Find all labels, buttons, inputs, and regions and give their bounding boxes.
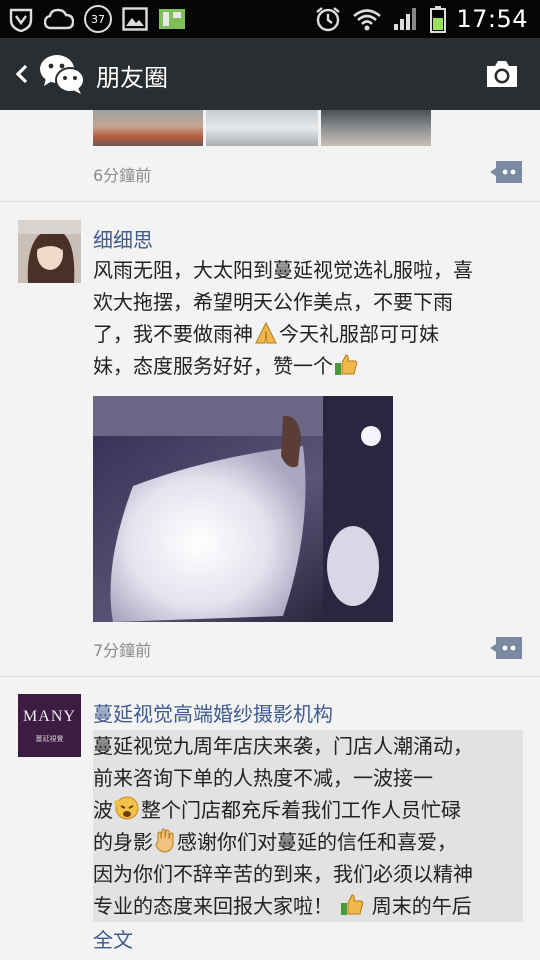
- wifi-icon: [353, 9, 382, 31]
- post-text-segment: 波: [93, 798, 113, 822]
- post-text-line: 波 整个门店都充斥着我们工作人员忙碌: [93, 794, 523, 826]
- post-thumbnail[interactable]: [321, 110, 431, 146]
- camera-icon[interactable]: [484, 56, 520, 92]
- post-text-segment: 专业的态度来回报大家啦！: [93, 894, 333, 918]
- comment-icon[interactable]: [490, 637, 522, 659]
- map-icon: [159, 9, 185, 29]
- post-text-line: 了，我不要做雨神 今天礼服部可可妹: [93, 318, 523, 350]
- post-text-line: 专业的态度来回报大家啦！ 周末的午后: [93, 890, 523, 922]
- wechat-logo-icon: [40, 55, 85, 94]
- post-text-segment: 妹，态度服务好好，赞一个: [93, 354, 333, 378]
- notification-badge: 37: [84, 5, 112, 33]
- avatar[interactable]: MANY 蔓延視覺: [18, 694, 81, 757]
- post-text-segment: 周末的午后: [371, 894, 472, 918]
- signal-icon: [394, 8, 417, 30]
- post-text-segment: 感谢你们对蔓延的信任和喜爱，: [177, 830, 457, 854]
- post-text-line: 的身影 感谢你们对蔓延的信任和喜爱，: [93, 826, 523, 858]
- title-bar: 朋友圈: [0, 38, 540, 110]
- post-author[interactable]: 细细思: [93, 224, 153, 253]
- post-text-line: 蔓延视觉九周年店庆来袭，门店人潮涌动，: [93, 734, 473, 758]
- post-divider: [0, 676, 540, 677]
- thumbs-up-icon: [335, 354, 358, 375]
- post-text: 蔓延视觉九周年店庆来袭，门店人潮涌动， 前来咨询下单的人热度不减，一波接一 波 整…: [93, 730, 523, 922]
- post-time: 7分鐘前: [93, 641, 152, 660]
- image-icon: [122, 7, 148, 31]
- post-text-line: 前来咨询下单的人热度不减，一波接一: [93, 766, 433, 790]
- post-text-segment: 了，我不要做雨神: [93, 322, 253, 346]
- avatar[interactable]: [18, 220, 81, 283]
- post-image-grid[interactable]: [93, 110, 433, 146]
- battery-icon: [430, 6, 447, 33]
- post-thumbnail[interactable]: [93, 110, 203, 146]
- status-time: 17:54: [456, 5, 528, 33]
- comment-icon[interactable]: [490, 161, 522, 183]
- vpn-shield-icon: [9, 8, 33, 32]
- moments-feed[interactable]: 6分鐘前 细细思 风雨无阻，大太阳到蔓延视觉选礼服啦，喜 欢大拖摆，希望明天公作…: [0, 110, 540, 960]
- post-text-line: 妹，态度服务好好，赞一个: [93, 350, 523, 382]
- post-text-line: 因为你们不辞辛苦的到来，我们必须以精神: [93, 862, 473, 886]
- thumbs-up-icon: [341, 894, 364, 915]
- post-author[interactable]: 蔓延视觉高端婚纱摄影机构: [93, 698, 333, 727]
- post-text-segment: 的身影: [93, 830, 153, 854]
- raised-hand-icon: [155, 828, 174, 853]
- post-text-segment: 今天礼服部可可妹: [279, 322, 439, 346]
- post-text-line: 欢大拖摆，希望明天公作美点，不要下雨: [93, 290, 453, 314]
- post-text-line: 风雨无阻，大太阳到蔓延视觉选礼服啦，喜: [93, 258, 473, 282]
- post-text-segment: 整个门店都充斥着我们工作人员忙碌: [141, 798, 461, 822]
- post-time: 6分鐘前: [93, 166, 152, 185]
- status-bar: 37 17:54: [0, 0, 540, 38]
- back-chevron-icon[interactable]: [10, 54, 34, 94]
- post-text: 风雨无阻，大太阳到蔓延视觉选礼服啦，喜 欢大拖摆，希望明天公作美点，不要下雨 了…: [93, 254, 523, 382]
- post-photo[interactable]: [93, 396, 393, 622]
- page-title: 朋友圈: [96, 64, 168, 92]
- full-text-link[interactable]: 全文: [93, 924, 133, 953]
- avatar-logo-sub: 蔓延視覺: [35, 735, 64, 743]
- avatar-logo: MANY: [23, 708, 76, 725]
- cloud-icon: [44, 8, 74, 30]
- tired-face-icon: [114, 796, 139, 820]
- post-thumbnail[interactable]: [206, 110, 318, 146]
- alarm-icon: [316, 7, 341, 32]
- post-divider: [0, 201, 540, 202]
- praying-hands-icon: [255, 321, 277, 344]
